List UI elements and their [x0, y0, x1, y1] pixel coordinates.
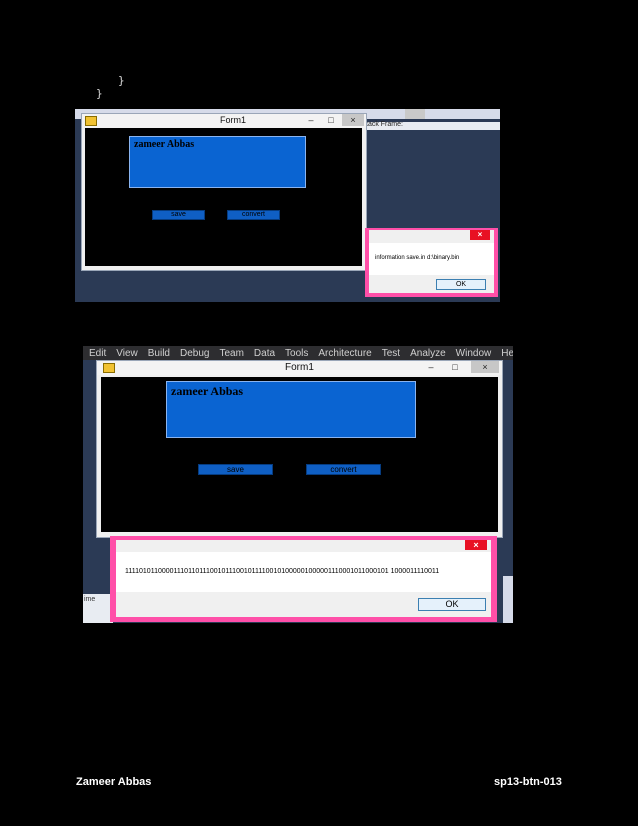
- menu-view[interactable]: View: [116, 348, 138, 359]
- form1-client-2: zameer Abbas save convert: [101, 377, 498, 532]
- menu-test[interactable]: Test: [382, 348, 400, 359]
- form1-titlebar-2[interactable]: Form1 – □ ×: [97, 361, 502, 375]
- close-icon[interactable]: ×: [342, 114, 364, 126]
- message-box-2[interactable]: × 11110101100001110110111001011100101111…: [110, 536, 497, 622]
- menu-build[interactable]: Build: [148, 348, 170, 359]
- ide-side-label: ime: [84, 596, 96, 603]
- form1-window-2[interactable]: Form1 – □ × zameer Abbas save convert: [96, 360, 503, 538]
- menu-data[interactable]: Data: [254, 348, 275, 359]
- message-close-icon[interactable]: ×: [470, 230, 490, 240]
- close-icon-2[interactable]: ×: [471, 361, 499, 373]
- form1-title: Form1: [220, 115, 247, 125]
- app-icon: [85, 116, 97, 126]
- ide-right-strip: [503, 576, 513, 623]
- message-body-2: 1111010110000111011011100101110010111100…: [116, 552, 491, 592]
- save-button-2[interactable]: save: [198, 464, 273, 475]
- footer-id: sp13-btn-013: [494, 776, 562, 788]
- ide-tab-label[interactable]: tack Frame:: [366, 121, 403, 128]
- name-panel: zameer Abbas: [129, 136, 306, 188]
- menu-tools[interactable]: Tools: [285, 348, 308, 359]
- menu-analyze[interactable]: Analyze: [410, 348, 446, 359]
- form1-title-2: Form1: [285, 362, 314, 373]
- form1-titlebar[interactable]: Form1 – □ ×: [82, 114, 366, 128]
- app-icon-2: [103, 363, 115, 373]
- ide-tab-strip: tack Frame:: [364, 121, 500, 130]
- ide-side-panel: ime: [83, 594, 113, 623]
- screenshot-1: tack Frame: Form1 – □ × zameer Abbas sav…: [75, 109, 500, 302]
- message-box[interactable]: × information save.in d:\binary.bin OK: [365, 228, 498, 297]
- message-close-icon-2[interactable]: ×: [465, 540, 487, 550]
- minimize-icon-2[interactable]: –: [420, 361, 442, 373]
- menu-team[interactable]: Team: [219, 348, 243, 359]
- message-text: information save.in d:\binary.bin: [375, 255, 460, 261]
- menu-help[interactable]: Help: [501, 348, 513, 359]
- minimize-icon[interactable]: –: [300, 114, 322, 126]
- code-line-1: }: [118, 74, 125, 87]
- toolbar-button[interactable]: [405, 109, 425, 119]
- convert-button-2[interactable]: convert: [306, 464, 381, 475]
- footer-author: Zameer Abbas: [76, 776, 152, 788]
- name-text: zameer Abbas: [134, 139, 195, 150]
- menu-edit[interactable]: Edit: [89, 348, 106, 359]
- menu-architecture[interactable]: Architecture: [318, 348, 371, 359]
- code-line-2: }: [96, 87, 103, 100]
- name-panel-2: zameer Abbas: [166, 381, 416, 438]
- message-body: information save.in d:\binary.bin: [369, 243, 494, 275]
- name-text-2: zameer Abbas: [171, 384, 244, 398]
- convert-button[interactable]: convert: [227, 210, 280, 220]
- maximize-icon[interactable]: □: [320, 114, 342, 126]
- menu-debug[interactable]: Debug: [180, 348, 209, 359]
- screenshot-2: Edit View Build Debug Team Data Tools Ar…: [83, 346, 513, 623]
- form1-window[interactable]: Form1 – □ × zameer Abbas save convert: [81, 113, 367, 271]
- ok-button[interactable]: OK: [436, 279, 486, 290]
- menu-window[interactable]: Window: [456, 348, 492, 359]
- ok-button-2[interactable]: OK: [418, 598, 486, 611]
- ide-menu-bar: Edit View Build Debug Team Data Tools Ar…: [83, 346, 513, 360]
- maximize-icon-2[interactable]: □: [444, 361, 466, 373]
- message-text-2: 1111010110000111011011100101110010111100…: [125, 568, 440, 575]
- save-button[interactable]: save: [152, 210, 205, 220]
- form1-client: zameer Abbas save convert: [85, 128, 362, 266]
